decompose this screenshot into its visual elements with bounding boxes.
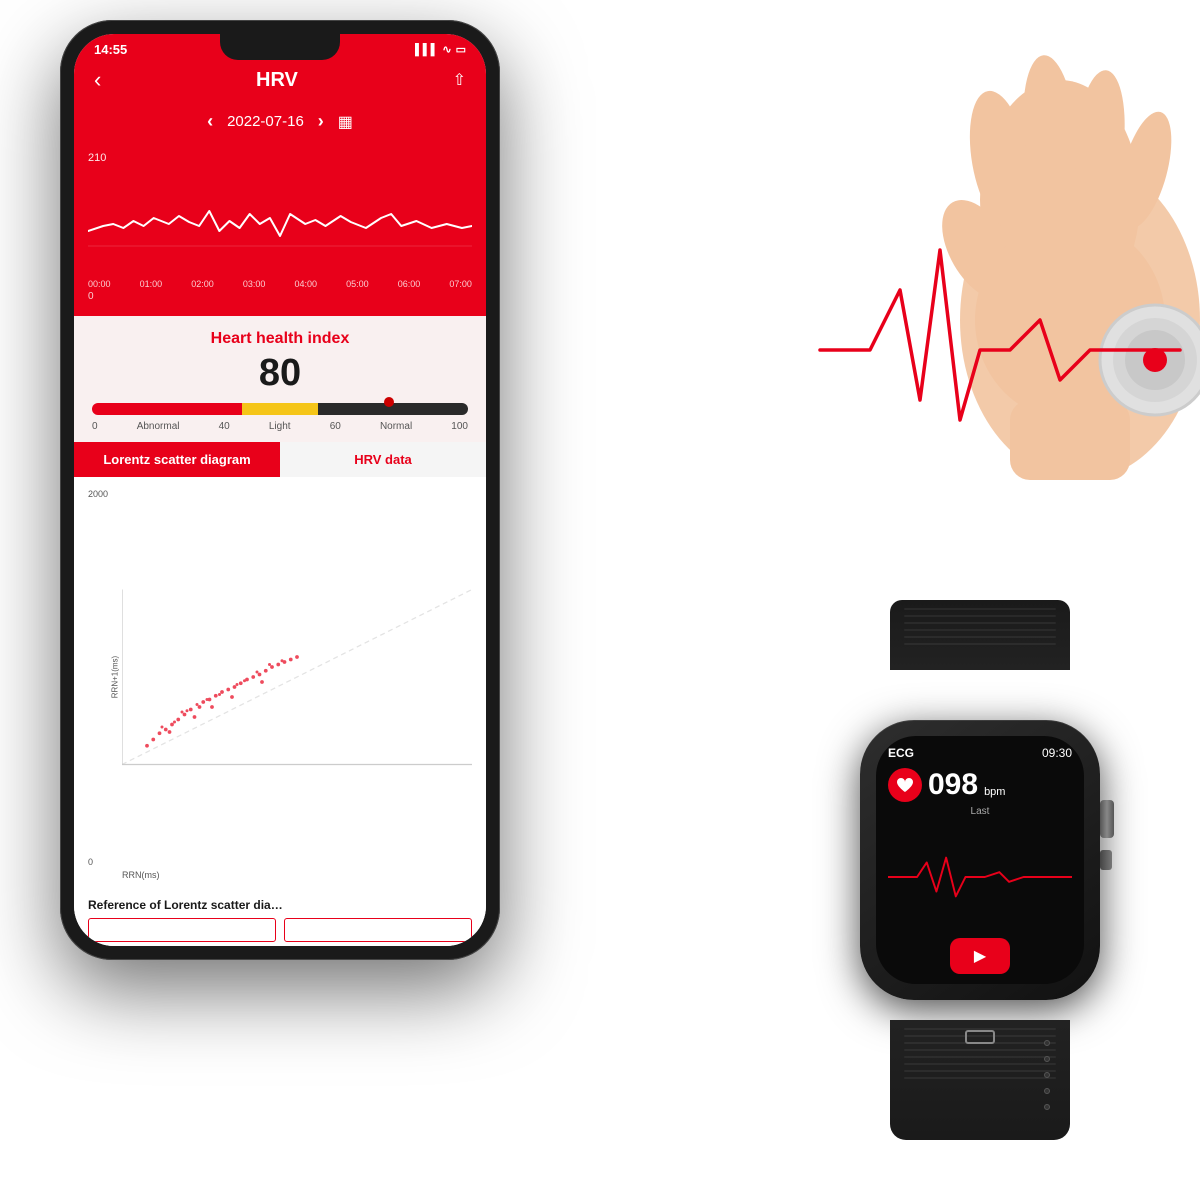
gauge-abnormal bbox=[92, 403, 242, 415]
current-date: 2022-07-16 bbox=[227, 113, 304, 130]
scatter-section: 2000 0 RRN+1(ms) bbox=[74, 477, 486, 890]
watch-band-top bbox=[890, 600, 1070, 670]
watch-case: ECG 09:30 098 bpm Last bbox=[860, 720, 1100, 1000]
watch-side-button[interactable] bbox=[1100, 850, 1112, 870]
watch-band-holes bbox=[1044, 1040, 1050, 1110]
share-button[interactable]: ⇧ bbox=[453, 70, 466, 90]
status-icons: ▌▌▌ ∿ ▭ bbox=[415, 43, 466, 56]
band-texture-top bbox=[890, 600, 1070, 653]
watch-ecg-line bbox=[888, 821, 1072, 932]
watch-heart-icon bbox=[888, 768, 922, 802]
phone: 14:55 ▌▌▌ ∿ ▭ ‹ HRV ⇧ ‹ 2022-07-16 › ▦ bbox=[60, 20, 500, 960]
health-gauge bbox=[92, 403, 468, 415]
watch-band-bottom bbox=[890, 1020, 1070, 1140]
wifi-icon: ∿ bbox=[442, 43, 451, 56]
calendar-button[interactable]: ▦ bbox=[338, 112, 353, 132]
app-header: ‹ HRV ⇧ bbox=[74, 61, 486, 105]
scatter-x-labels: RRN(ms) bbox=[88, 870, 472, 880]
status-time: 14:55 bbox=[94, 42, 127, 57]
tabs-row: Lorentz scatter diagram HRV data bbox=[74, 442, 486, 477]
battery-icon: ▭ bbox=[456, 43, 466, 56]
watch-heart-row: 098 bpm bbox=[888, 768, 1072, 802]
watch-ecg-label: ECG bbox=[888, 746, 914, 760]
tab-lorentz[interactable]: Lorentz scatter diagram bbox=[74, 442, 280, 477]
scatter-y-label: RRN+1(ms) bbox=[111, 656, 120, 698]
chart-y-bottom: 0 bbox=[88, 291, 472, 302]
phone-notch bbox=[220, 34, 340, 60]
hand-background bbox=[500, 0, 1200, 620]
health-value: 80 bbox=[92, 352, 468, 395]
reference-boxes bbox=[88, 918, 472, 942]
watch-screen: ECG 09:30 098 bpm Last bbox=[876, 736, 1084, 984]
scatter-plot: RRN+1(ms) bbox=[122, 487, 472, 867]
watch-status-row: ECG 09:30 bbox=[888, 746, 1072, 760]
tab-hrv-data[interactable]: HRV data bbox=[280, 442, 486, 477]
reference-title: Reference of Lorentz scatter dia… bbox=[88, 898, 472, 912]
phone-screen: 14:55 ▌▌▌ ∿ ▭ ‹ HRV ⇧ ‹ 2022-07-16 › ▦ bbox=[74, 34, 486, 946]
date-bar: ‹ 2022-07-16 › ▦ bbox=[74, 105, 486, 146]
watch-buckle bbox=[965, 1030, 995, 1044]
watch-body: ECG 09:30 098 bpm Last bbox=[850, 720, 1110, 1020]
watch-bpm: 098 bbox=[928, 768, 978, 802]
smartwatch: ECG 09:30 098 bpm Last bbox=[790, 600, 1170, 1180]
health-title: Heart health index bbox=[92, 330, 468, 348]
play-icon: ▶ bbox=[974, 946, 986, 966]
x-axis-label: RRN(ms) bbox=[122, 870, 160, 880]
watch-play-button[interactable]: ▶ bbox=[950, 938, 1010, 974]
gauge-labels: 0 Abnormal 40 Light 60 Normal 100 bbox=[92, 421, 468, 432]
ref-box-2 bbox=[284, 918, 472, 942]
watch-bpm-unit: bpm bbox=[984, 786, 1005, 798]
chart-x-labels: 00:0001:0002:0003:00 04:0005:0006:0007:0… bbox=[88, 279, 472, 289]
page-title: HRV bbox=[256, 69, 298, 92]
next-date-button[interactable]: › bbox=[318, 111, 324, 132]
ref-box-1 bbox=[88, 918, 276, 942]
heart-health-section: Heart health index 80 0 Abnor bbox=[74, 316, 486, 442]
gauge-light bbox=[242, 403, 317, 415]
prev-date-button[interactable]: ‹ bbox=[207, 111, 213, 132]
hrv-chart: 210 00:0001:0002:0003:00 04:0005:0006:00… bbox=[74, 146, 486, 316]
chart-y-top: 210 bbox=[88, 152, 472, 164]
watch-last-label: Last bbox=[888, 806, 1072, 817]
signal-icon: ▌▌▌ bbox=[415, 44, 438, 56]
watch-crown[interactable] bbox=[1100, 800, 1114, 838]
reference-section: Reference of Lorentz scatter dia… bbox=[74, 890, 486, 946]
back-button[interactable]: ‹ bbox=[94, 67, 101, 93]
watch-time: 09:30 bbox=[1042, 746, 1072, 760]
